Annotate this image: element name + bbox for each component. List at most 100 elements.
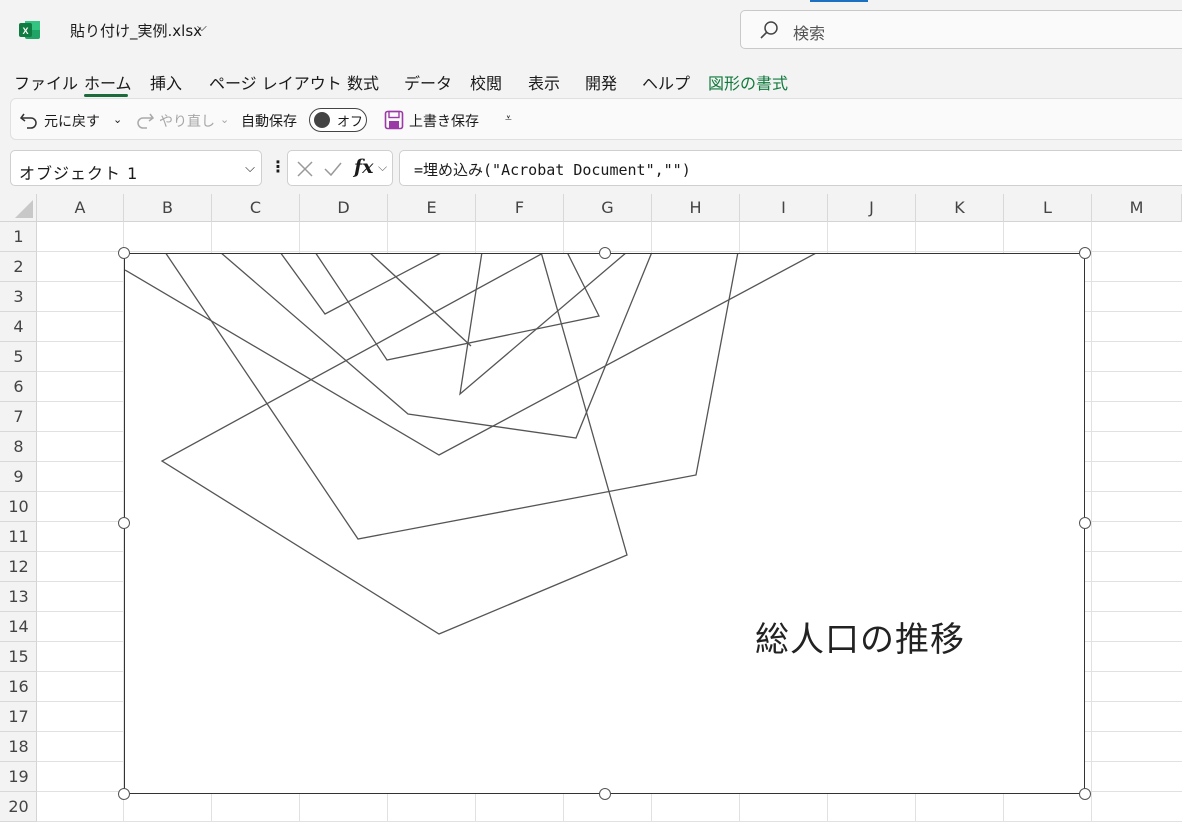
row-header-3[interactable]: 3 [0,282,37,312]
column-header-b[interactable]: B [124,194,212,222]
toggle-knob [314,112,330,128]
resize-handle[interactable] [118,788,130,800]
cancel-icon[interactable] [296,160,314,178]
column-header-l[interactable]: L [1004,194,1092,222]
resize-handle[interactable] [1079,517,1091,529]
autosave-toggle[interactable]: オフ [309,108,367,132]
row-header-15[interactable]: 15 [0,642,37,672]
autosave-label: 自動保存 [241,114,297,130]
tab-developer[interactable]: 開発 [585,70,617,94]
row-header-2[interactable]: 2 [0,252,37,282]
row-header-14[interactable]: 14 [0,612,37,642]
tab-review[interactable]: 校閲 [470,70,502,94]
row-header-16[interactable]: 16 [0,672,37,702]
resize-handle[interactable] [599,788,611,800]
enter-icon[interactable] [323,160,343,178]
row-header-8[interactable]: 8 [0,432,37,462]
object-caption: 総人口の推移 [755,620,965,660]
row-header-11[interactable]: 11 [0,522,37,552]
search-box[interactable]: 検索 [740,10,1182,49]
resize-handle[interactable] [118,517,130,529]
object-drawing [125,254,816,635]
embedded-object[interactable]: 総人口の推移 [124,253,1085,794]
row-headers: 1 2 3 4 5 6 7 8 9 10 11 12 13 14 15 16 17 18 19 20 [0,222,37,822]
drawing-line [160,254,628,635]
column-header-f[interactable]: F [476,194,564,222]
search-icon [760,21,778,39]
tab-formulas[interactable]: 数式 [347,70,379,94]
undo-icon[interactable] [19,110,39,130]
row-header-6[interactable]: 6 [0,372,37,402]
tab-data[interactable]: データ [404,70,452,94]
select-all-triangle [15,200,33,218]
column-header-g[interactable]: G [564,194,652,222]
drawing-line [280,254,441,315]
tab-file[interactable]: ファイル [14,70,78,94]
formula-text: =埋め込み("Acrobat Document","") [414,161,691,179]
window-accent-line [810,0,868,2]
undo-dropdown-icon[interactable]: ⌄ [113,113,122,126]
tab-home[interactable]: ホーム [84,70,132,94]
column-header-m[interactable]: M [1092,194,1182,222]
document-title[interactable]: 貼り付け_実例.xlsx [70,20,202,41]
autosave-state: オフ [337,115,364,130]
more-options-icon[interactable]: ⋮ [270,157,286,176]
active-tab-indicator [84,94,128,97]
tab-view[interactable]: 表示 [528,70,560,94]
search-input[interactable]: 検索 [793,20,825,44]
insert-function-icon[interactable]: fx [354,156,374,178]
drawing-line [221,254,652,439]
tab-help[interactable]: ヘルプ [642,70,690,94]
formula-input[interactable]: =埋め込み("Acrobat Document","") [399,150,1182,186]
row-header-17[interactable]: 17 [0,702,37,732]
chevron-down-icon[interactable]: ⌵ [197,20,207,35]
chevron-down-icon[interactable]: ⌵ [245,161,255,176]
row-header-18[interactable]: 18 [0,732,37,762]
tab-page-layout[interactable]: ページ レイアウト [209,70,342,94]
row-header-9[interactable]: 9 [0,462,37,492]
column-header-e[interactable]: E [388,194,476,222]
row-header-7[interactable]: 7 [0,402,37,432]
redo-icon[interactable] [135,110,155,130]
column-header-i[interactable]: I [740,194,828,222]
resize-handle[interactable] [1079,247,1091,259]
redo-button[interactable]: やり直し [159,111,215,131]
formula-bar: オブジェクト 1 ⌵ ⋮ fx ⌵ =埋め込み("Acrobat Documen… [0,150,1182,186]
column-header-c[interactable]: C [212,194,300,222]
column-header-a[interactable]: A [37,194,124,222]
name-box-value: オブジェクト 1 [19,164,139,183]
row-header-5[interactable]: 5 [0,342,37,372]
column-headers: ABCDEFGHIJKLM [37,194,1182,222]
row-header-13[interactable]: 13 [0,582,37,612]
ribbon-tabs: ファイル ホーム 挿入 ページ レイアウト 数式 データ 校閲 表示 開発 ヘル… [0,62,1182,98]
resize-handle[interactable] [599,247,611,259]
select-all-button[interactable] [0,194,37,222]
column-header-j[interactable]: J [828,194,916,222]
customize-qat-icon[interactable]: ⩡ [505,111,512,126]
row-header-20[interactable]: 20 [0,792,37,822]
row-header-12[interactable]: 12 [0,552,37,582]
resize-handle[interactable] [1079,788,1091,800]
column-header-h[interactable]: H [652,194,740,222]
column-header-d[interactable]: D [300,194,388,222]
redo-dropdown-icon[interactable]: ⌄ [220,113,229,126]
title-bar: X 貼り付け_実例.xlsx ⌵ 検索 [0,0,1182,62]
chevron-down-icon[interactable]: ⌵ [378,160,387,175]
resize-handle[interactable] [118,247,130,259]
quick-access-toolbar: 元に戻す ⌄ やり直し ⌄ 自動保存 オフ 上書き保存 ⩡ [10,98,1182,140]
row-header-19[interactable]: 19 [0,762,37,792]
svg-text:X: X [22,26,28,36]
save-button[interactable]: 上書き保存 [409,111,479,131]
excel-icon: X [19,21,40,39]
row-header-4[interactable]: 4 [0,312,37,342]
name-box[interactable]: オブジェクト 1 ⌵ [10,150,262,186]
tab-insert[interactable]: 挿入 [150,70,182,94]
save-icon[interactable] [384,110,404,130]
column-header-k[interactable]: K [916,194,1004,222]
formula-buttons: fx ⌵ [287,150,393,186]
tab-shape-format[interactable]: 図形の書式 [708,70,788,94]
undo-button[interactable]: 元に戻す [44,111,100,131]
row-header-1[interactable]: 1 [0,222,37,252]
drawing-line [165,254,739,540]
row-header-10[interactable]: 10 [0,492,37,522]
